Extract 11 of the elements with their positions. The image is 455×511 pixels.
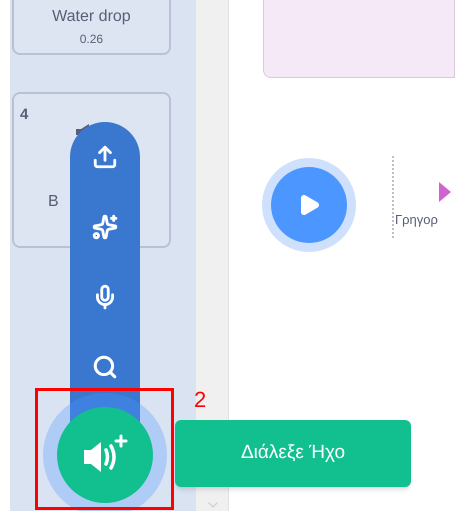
tooltip-text: Διάλεξε Ήχο bbox=[240, 441, 346, 466]
upload-icon[interactable] bbox=[92, 144, 118, 170]
sound-card[interactable]: Water drop 0.26 bbox=[12, 0, 171, 55]
search-icon[interactable] bbox=[92, 354, 118, 380]
sound-name: Water drop bbox=[52, 9, 131, 25]
sound-duration: 0.26 bbox=[80, 33, 104, 45]
sparkles-icon[interactable] bbox=[92, 214, 118, 240]
effect-label[interactable]: Γρηγορ bbox=[395, 210, 438, 230]
annotation-number: 2 bbox=[194, 386, 206, 414]
sound-number: 4 bbox=[20, 105, 28, 125]
sound-name: B bbox=[48, 192, 59, 212]
